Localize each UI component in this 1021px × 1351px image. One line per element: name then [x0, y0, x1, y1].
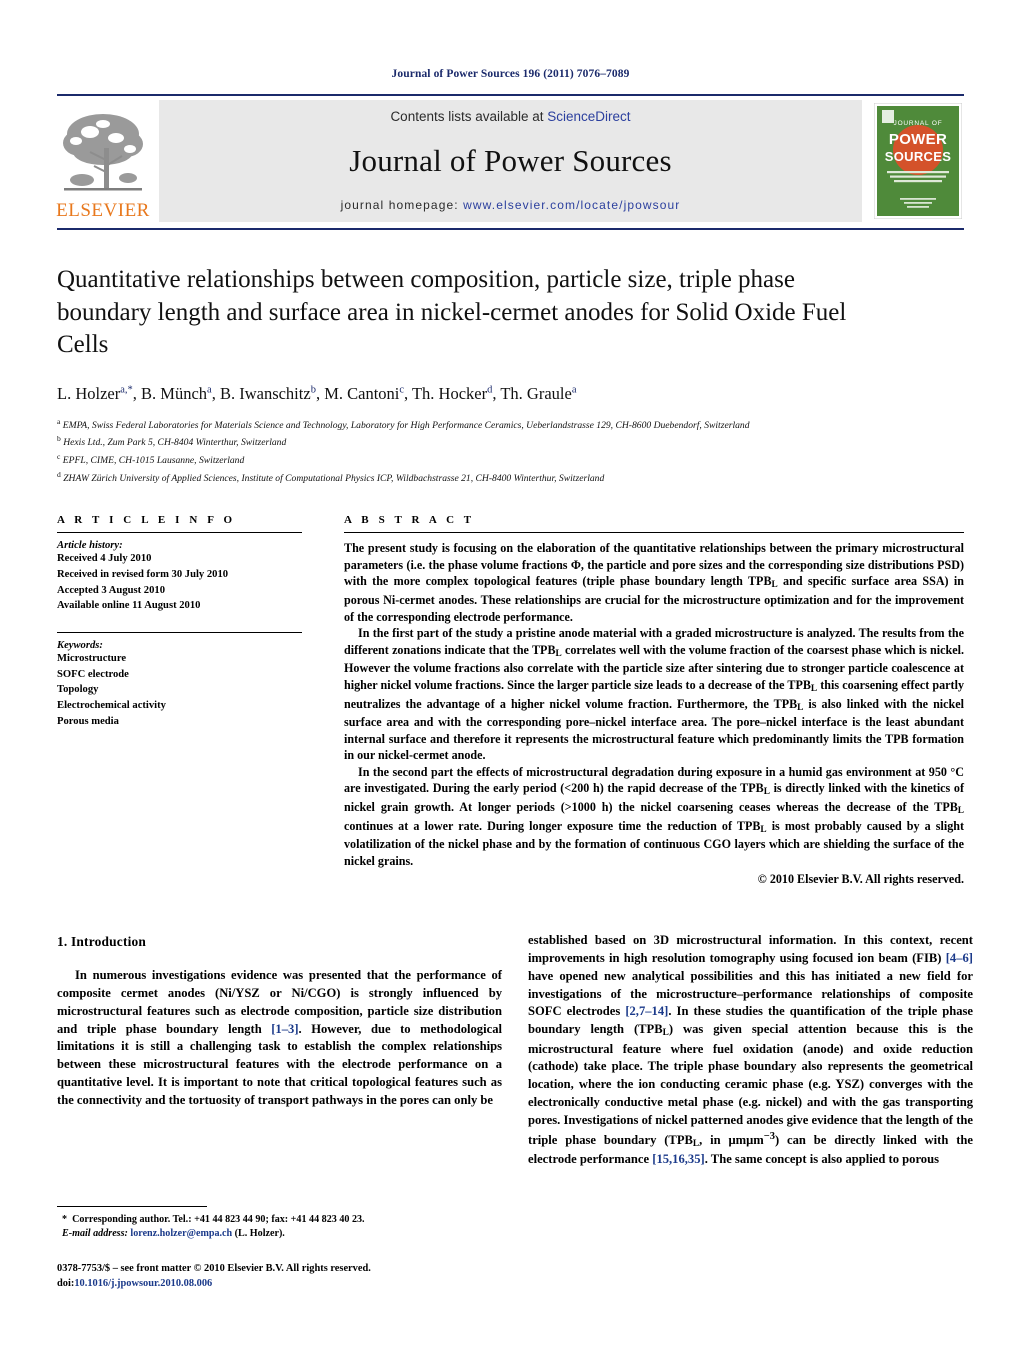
- history-item: Available online 11 August 2010: [57, 600, 201, 612]
- affiliation-marker: b: [57, 434, 61, 444]
- keywords-block: Keywords: Microstructure SOFC electrode …: [57, 640, 302, 729]
- keyword-item: SOFC electrode: [57, 668, 129, 680]
- journal-cover-thumbnail: JOURNAL OF POWER SOURCES: [872, 100, 964, 222]
- issn-line: 0378-7753/$ – see front matter © 2010 El…: [57, 1262, 371, 1274]
- affiliation-text: EPFL, CIME, CH-1015 Lausanne, Switzerlan…: [62, 455, 245, 467]
- running-head: Journal of Power Sources 196 (2011) 7076…: [391, 68, 630, 80]
- affiliation-item: b Hexis Ltd., Zum Park 5, CH-8404 Winter…: [57, 433, 964, 451]
- footnote-block: * Corresponding author. Tel.: +41 44 823…: [57, 1205, 502, 1291]
- contents-prefix: Contents lists available at: [390, 109, 548, 124]
- keywords-label: Keywords:: [57, 640, 103, 652]
- history-item: Accepted 3 August 2010: [57, 584, 165, 596]
- article-info-heading: A R T I C L E I N F O: [57, 514, 236, 527]
- journal-masthead: ELSEVIER Contents lists available at Sci…: [56, 100, 964, 222]
- affiliation-text: EMPA, Swiss Federal Laboratories for Mat…: [62, 419, 750, 431]
- title-block: Quantitative relationships between compo…: [57, 264, 964, 486]
- masthead-bottom-rule: [57, 228, 964, 230]
- keyword-item: Microstructure: [57, 653, 127, 665]
- history-item: Received in revised form 30 July 2010: [57, 569, 229, 581]
- abstract-body: The present study is focusing on the ela…: [344, 540, 964, 888]
- abstract-copyright: © 2010 Elsevier B.V. All rights reserved…: [757, 872, 964, 887]
- keywords-rule: [57, 632, 302, 634]
- info-abstract-section: A R T I C L E I N F O Article history: R…: [57, 514, 964, 888]
- affiliation-list: a EMPA, Swiss Federal Laboratories for M…: [57, 416, 964, 487]
- affiliation-item: d ZHAW Zürich University of Applied Scie…: [57, 469, 964, 487]
- elsevier-tree-icon: [60, 108, 146, 200]
- affiliation-text: Hexis Ltd., Zum Park 5, CH-8404 Winterth…: [63, 437, 287, 449]
- affiliation-marker: a: [57, 416, 61, 426]
- journal-homepage-line: journal homepage: www.elsevier.com/locat…: [341, 198, 681, 212]
- page-title: Quantitative relationships between compo…: [57, 266, 847, 358]
- svg-text:SOURCES: SOURCES: [885, 149, 951, 164]
- contents-available-line: Contents lists available at ScienceDirec…: [390, 109, 630, 124]
- affiliation-item: a EMPA, Swiss Federal Laboratories for M…: [57, 416, 964, 434]
- keyword-item: Topology: [57, 684, 99, 696]
- intro-right-column: established based on 3D microstructural …: [528, 932, 973, 1262]
- masthead-top-rule: [57, 94, 964, 96]
- homepage-prefix: journal homepage:: [340, 198, 464, 212]
- abstract-paragraph: In the first part of the study a pristin…: [344, 626, 964, 763]
- article-info-column: A R T I C L E I N F O Article history: R…: [57, 514, 328, 888]
- masthead-center-panel: Contents lists available at ScienceDirec…: [159, 100, 862, 222]
- homepage-link[interactable]: www.elsevier.com/locate/jpowsour: [463, 198, 680, 212]
- elsevier-logo: ELSEVIER: [56, 100, 150, 222]
- keyword-item: Porous media: [57, 715, 119, 727]
- affiliation-text: ZHAW Zürich University of Applied Scienc…: [63, 472, 605, 484]
- intro-paragraph-left: In numerous investigations evidence was …: [57, 967, 502, 1108]
- elsevier-wordmark: ELSEVIER: [56, 200, 150, 221]
- keyword-item: Electrochemical activity: [57, 700, 166, 712]
- abstract-paragraph: The present study is focusing on the ela…: [344, 541, 964, 624]
- article-history-label: Article history:: [57, 540, 123, 552]
- footnote-rule: [57, 1205, 207, 1207]
- abstract-paragraph: In the second part the effects of micros…: [344, 764, 964, 868]
- affiliation-marker: d: [57, 469, 61, 479]
- doi-line: doi:10.1016/j.jpowsour.2010.08.006: [57, 1276, 502, 1291]
- affiliation-item: c EPFL, CIME, CH-1015 Lausanne, Switzerl…: [57, 451, 964, 469]
- author-list: L. Holzera,*, B. Müncha, B. Iwanschitzb,…: [57, 383, 577, 403]
- affiliation-marker: c: [57, 451, 61, 461]
- issn-copyright-block: 0378-7753/$ – see front matter © 2010 El…: [57, 1261, 502, 1291]
- corresponding-author-note: * Corresponding author. Tel.: +41 44 823…: [62, 1213, 365, 1225]
- journal-title: Journal of Power Sources: [349, 143, 672, 178]
- abstract-heading: A B S T R A C T: [344, 514, 475, 527]
- intro-heading: 1. Introduction: [57, 933, 147, 949]
- sciencedirect-link[interactable]: ScienceDirect: [547, 109, 630, 124]
- abstract-rule: [344, 532, 964, 534]
- doi-prefix: doi:: [57, 1277, 75, 1289]
- paper-page: Journal of Power Sources 196 (2011) 7076…: [0, 0, 1021, 1351]
- svg-text:POWER: POWER: [889, 131, 947, 148]
- journal-cover-icon: JOURNAL OF POWER SOURCES: [874, 103, 962, 219]
- abstract-column: A B S T R A C T The present study is foc…: [328, 514, 964, 888]
- email-address-note[interactable]: E-mail address: lorenz.holzer@empa.ch (L…: [57, 1227, 502, 1242]
- article-info-rule: [57, 532, 302, 534]
- intro-paragraph-right: established based on 3D microstructural …: [528, 932, 974, 1167]
- history-item: Received 4 July 2010: [57, 553, 152, 565]
- doi-link[interactable]: 10.1016/j.jpowsour.2010.08.006: [74, 1278, 212, 1289]
